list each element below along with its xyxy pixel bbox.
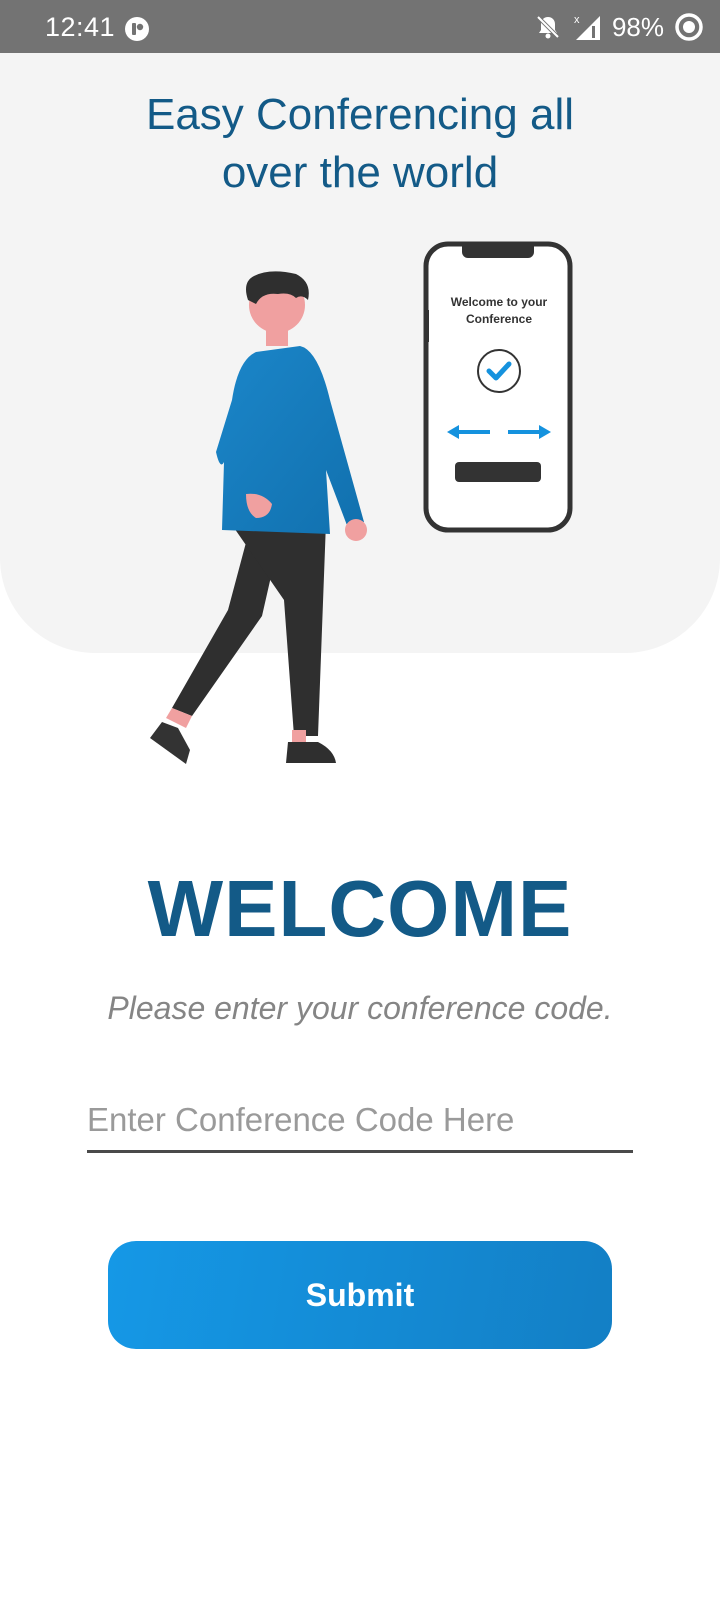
phone-button-shape — [455, 462, 541, 482]
app-notification-icon — [125, 17, 149, 41]
svg-text:x: x — [574, 14, 580, 26]
battery-ring-icon — [675, 13, 703, 41]
status-bar: 12:41 x 98% — [0, 0, 720, 53]
illustration: Welcome to your Conference — [150, 241, 573, 764]
phone-text-line-1: Welcome to your — [451, 295, 548, 309]
signal-icon: x — [574, 14, 600, 40]
person-illustration — [150, 271, 367, 764]
submit-button[interactable]: Submit — [108, 1241, 612, 1349]
conference-code-input[interactable] — [87, 1090, 633, 1153]
status-time: 12:41 — [45, 12, 116, 42]
bell-off-icon — [536, 15, 560, 39]
app-screen: 12:41 x 98% Easy Conferencing all over t… — [0, 0, 720, 1600]
welcome-title: WELCOME — [147, 864, 573, 953]
welcome-subtitle: Please enter your conference code. — [107, 990, 613, 1026]
status-icons: x 98% — [534, 12, 704, 42]
phone-illustration: Welcome to your Conference — [423, 241, 573, 533]
phone-text-line-2: Conference — [466, 312, 532, 326]
battery-percentage: 98% — [611, 11, 664, 42]
